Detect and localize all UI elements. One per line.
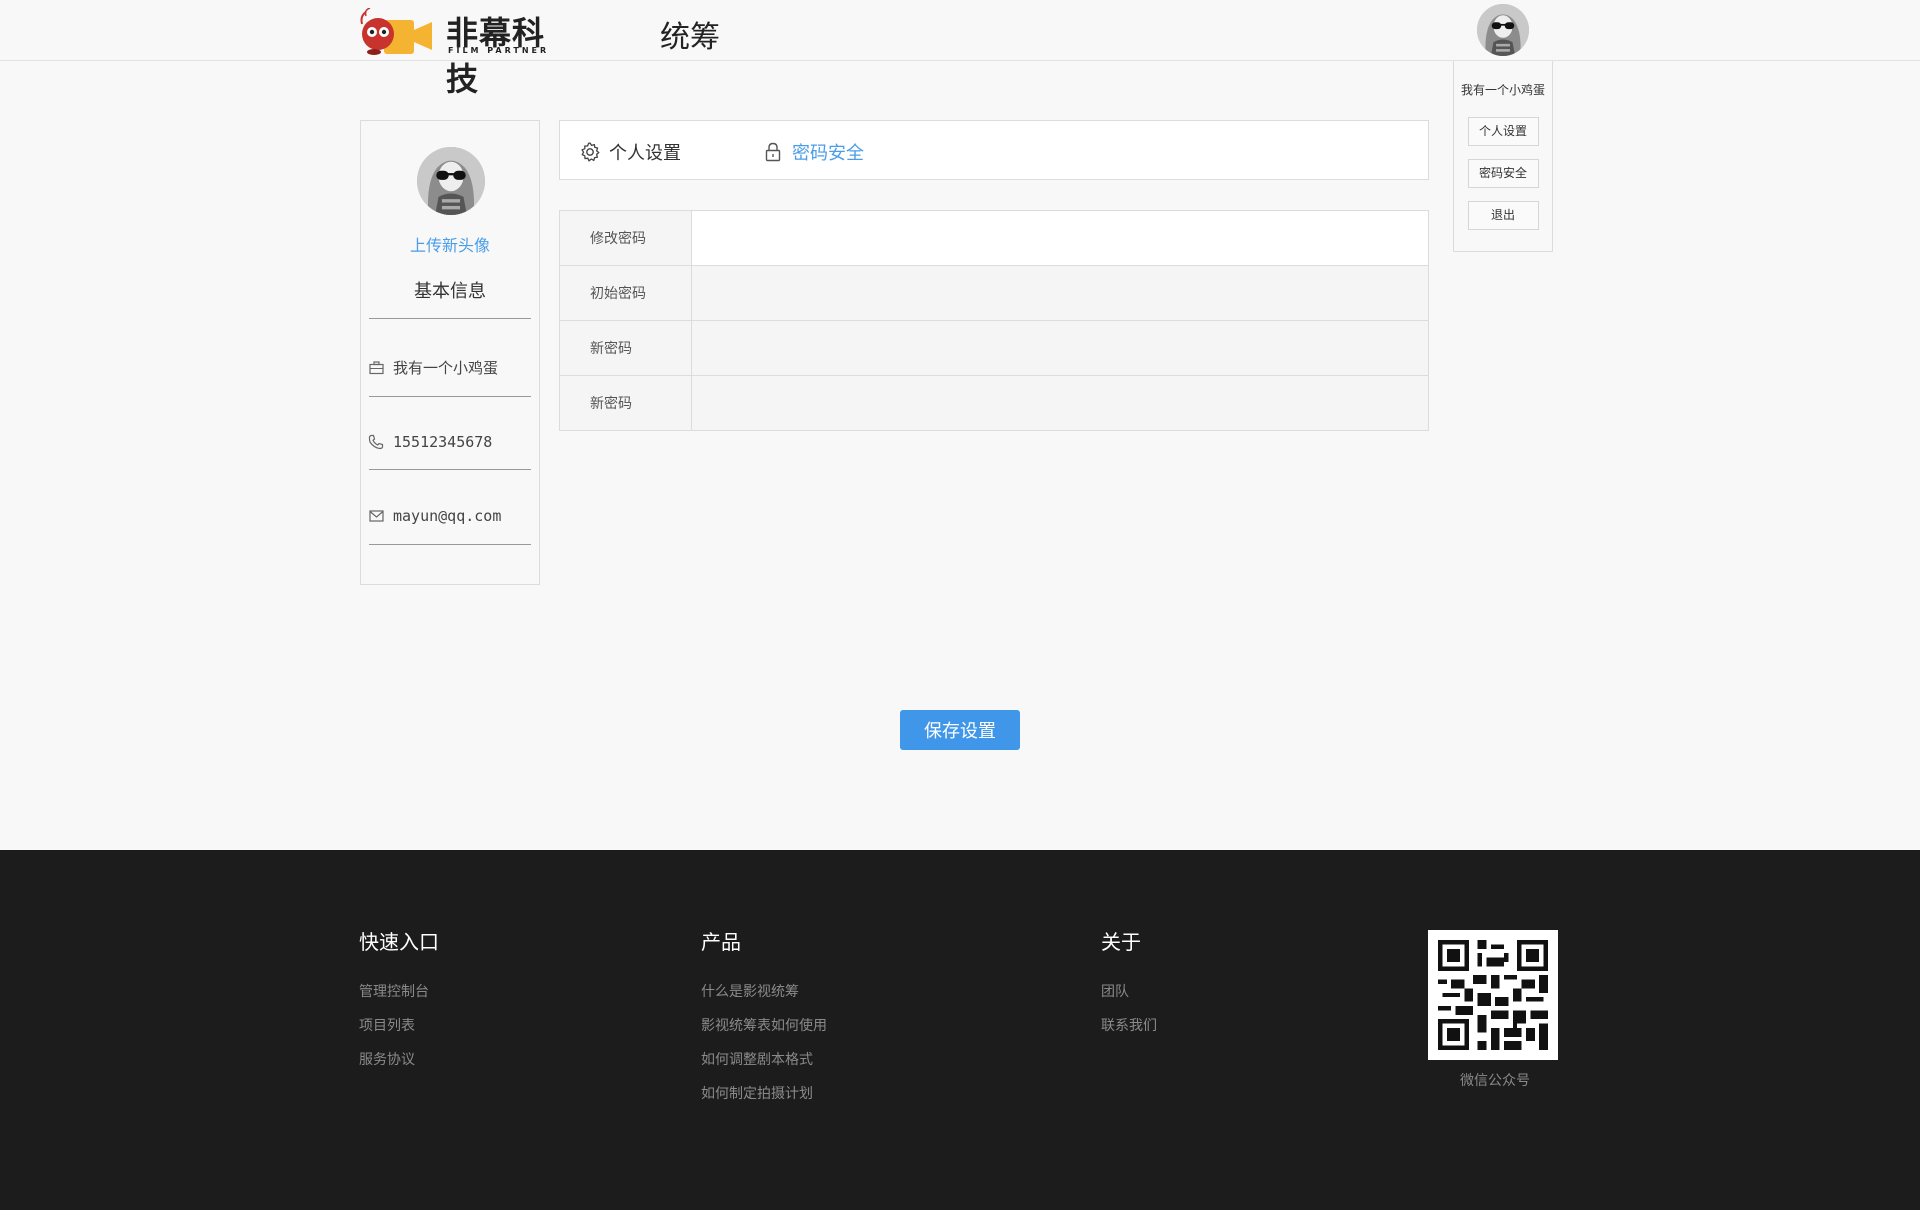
footer-link-team[interactable]: 团队 [1101,975,1157,1009]
form-row-confirm-password: 新密码 [560,375,1428,430]
form-row-initial-password: 初始密码 [560,265,1428,320]
gear-icon [579,141,601,163]
qr-caption: 微信公众号 [1460,1073,1530,1089]
user-dropdown-menu: 我有一个小鸡蛋 个人设置 密码安全 退出 [1453,61,1553,252]
profile-name-row: 我有一个小鸡蛋 [368,357,534,378]
lock-icon [762,141,784,163]
brand-logo[interactable]: 非幕科技 FILM PARTNER [358,2,564,98]
basic-info-heading: 基本信息 [414,281,486,302]
menu-personal-settings[interactable]: 个人设置 [1467,117,1539,146]
dropdown-username: 我有一个小鸡蛋 [1460,83,1545,97]
footer-about-links: 关于 团队 联系我们 [1101,926,1157,1043]
footer-link-contact[interactable]: 联系我们 [1101,1009,1157,1043]
divider [369,318,531,319]
profile-phone-row: 15512345678 [368,433,534,451]
divider [369,469,531,470]
footer-about-title: 关于 [1101,930,1141,954]
footer-quick-links: 快速入口 管理控制台 项目列表 服务协议 [359,926,439,1077]
settings-tabs: 个人设置 密码安全 [559,120,1429,180]
footer-link-project-list[interactable]: 项目列表 [359,1009,439,1043]
footer-link-what-is[interactable]: 什么是影视统筹 [701,975,827,1009]
tab-personal-label: 个人设置 [609,143,681,164]
site-footer: 快速入口 管理控制台 项目列表 服务协议 产品 什么是影视统筹 影视统筹表如何使… [0,850,1920,1210]
top-header: 非幕科技 FILM PARTNER 统筹 [0,0,1920,98]
user-avatar-button[interactable] [1477,4,1529,56]
footer-link-terms[interactable]: 服务协议 [359,1043,439,1077]
footer-link-script-format[interactable]: 如何调整剧本格式 [701,1043,827,1077]
new-password-field[interactable] [692,321,1428,375]
footer-product-title: 产品 [701,930,741,954]
footer-link-shooting-plan[interactable]: 如何制定拍摄计划 [701,1077,827,1111]
profile-card: 上传新头像 基本信息 我有一个小鸡蛋 15512345678 mayun@qq.… [360,120,540,585]
password-form: 修改密码 初始密码 新密码 新密码 [559,210,1429,431]
page-title: 统筹 [660,20,720,55]
profile-email-row: mayun@qq.com [368,507,534,525]
form-row-new-password: 新密码 [560,320,1428,375]
profile-avatar[interactable] [417,147,485,215]
change-password-field[interactable] [692,211,1428,265]
footer-link-console[interactable]: 管理控制台 [359,975,439,1009]
brand-tagline: FILM PARTNER [448,46,550,55]
wechat-qr-code [1428,930,1558,1060]
footer-quick-title: 快速入口 [359,930,439,954]
form-row-change-password: 修改密码 [560,211,1428,265]
label-new-password: 新密码 [560,321,692,375]
mascot-logo-icon [360,8,432,55]
save-settings-button[interactable]: 保存设置 [900,710,1020,750]
tab-security-label: 密码安全 [792,143,864,164]
label-confirm-password: 新密码 [560,376,692,430]
avatar [417,147,485,215]
mail-icon [368,508,384,524]
profile-email: mayun@qq.com [393,507,502,525]
phone-icon [368,434,384,450]
confirm-password-field[interactable] [692,376,1428,430]
profile-phone: 15512345678 [393,433,493,451]
label-initial-password: 初始密码 [560,266,692,320]
divider [369,544,531,545]
tab-password-security[interactable]: 密码安全 [762,139,864,165]
upload-avatar-link[interactable]: 上传新头像 [361,232,539,256]
footer-product-links: 产品 什么是影视统筹 影视统筹表如何使用 如何调整剧本格式 如何制定拍摄计划 [701,926,827,1111]
divider [369,396,531,397]
profile-name: 我有一个小鸡蛋 [393,359,499,377]
menu-password-security[interactable]: 密码安全 [1467,159,1539,188]
briefcase-icon [368,360,384,376]
avatar [1477,4,1529,56]
label-change-password: 修改密码 [560,211,692,265]
qr-code-icon [1438,940,1548,1050]
initial-password-field[interactable] [692,266,1428,320]
footer-link-how-to-use[interactable]: 影视统筹表如何使用 [701,1009,827,1043]
menu-logout[interactable]: 退出 [1467,201,1539,230]
tab-personal-settings[interactable]: 个人设置 [579,139,681,165]
